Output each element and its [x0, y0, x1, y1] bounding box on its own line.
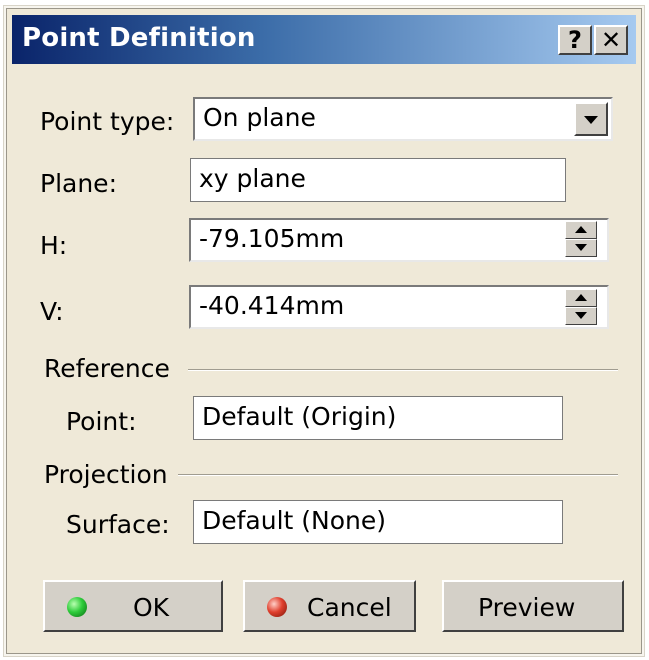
cancel-button-label: Cancel	[307, 593, 392, 622]
dialog-title: Point Definition	[22, 23, 256, 53]
spin-up-icon	[575, 294, 587, 301]
v-label: V:	[40, 297, 64, 326]
v-input[interactable]: -40.414mm	[189, 285, 609, 329]
title-bar[interactable]: Point Definition ? ✕	[12, 15, 636, 64]
close-button[interactable]: ✕	[594, 25, 628, 55]
plane-value: xy plane	[199, 164, 306, 193]
spin-down-icon	[575, 244, 587, 251]
projection-surface-field[interactable]: Default (None)	[193, 500, 563, 544]
reference-group-label: Reference	[44, 354, 170, 383]
h-spinner[interactable]	[565, 221, 597, 257]
point-type-select[interactable]: On plane	[193, 97, 613, 141]
h-spin-down-button[interactable]	[565, 239, 597, 257]
h-input[interactable]: -79.105mm	[189, 218, 609, 262]
projection-separator	[178, 474, 618, 476]
reference-separator	[188, 369, 618, 371]
ok-button-label: OK	[133, 593, 170, 622]
cancel-button[interactable]: Cancel	[243, 580, 416, 632]
v-spin-up-button[interactable]	[565, 289, 597, 307]
v-value: -40.414mm	[199, 291, 345, 320]
v-spin-down-button[interactable]	[565, 307, 597, 325]
help-button[interactable]: ?	[558, 25, 592, 55]
green-led-icon	[67, 597, 87, 617]
h-value: -79.105mm	[199, 224, 345, 253]
h-label: H:	[40, 231, 68, 260]
red-led-icon	[267, 597, 287, 617]
h-spin-up-button[interactable]	[565, 221, 597, 239]
projection-group-label: Projection	[44, 460, 168, 489]
reference-point-value: Default (Origin)	[202, 402, 397, 431]
reference-point-label: Point:	[66, 407, 137, 436]
ok-button[interactable]: OK	[43, 580, 223, 632]
point-type-label: Point type:	[40, 107, 175, 136]
chevron-down-icon	[584, 116, 598, 124]
preview-button-label: Preview	[478, 593, 576, 622]
v-spinner[interactable]	[565, 289, 597, 325]
reference-point-field[interactable]: Default (Origin)	[193, 396, 563, 440]
spin-up-icon	[575, 226, 587, 233]
spin-down-icon	[575, 312, 587, 319]
preview-button[interactable]: Preview	[442, 580, 624, 632]
plane-label: Plane:	[40, 169, 117, 198]
help-icon: ?	[568, 26, 582, 54]
point-type-dropdown-button[interactable]	[574, 102, 608, 136]
plane-field[interactable]: xy plane	[190, 158, 566, 202]
projection-surface-value: Default (None)	[202, 506, 387, 535]
point-type-value: On plane	[203, 103, 316, 132]
projection-surface-label: Surface:	[66, 510, 170, 539]
close-icon: ✕	[600, 26, 622, 54]
